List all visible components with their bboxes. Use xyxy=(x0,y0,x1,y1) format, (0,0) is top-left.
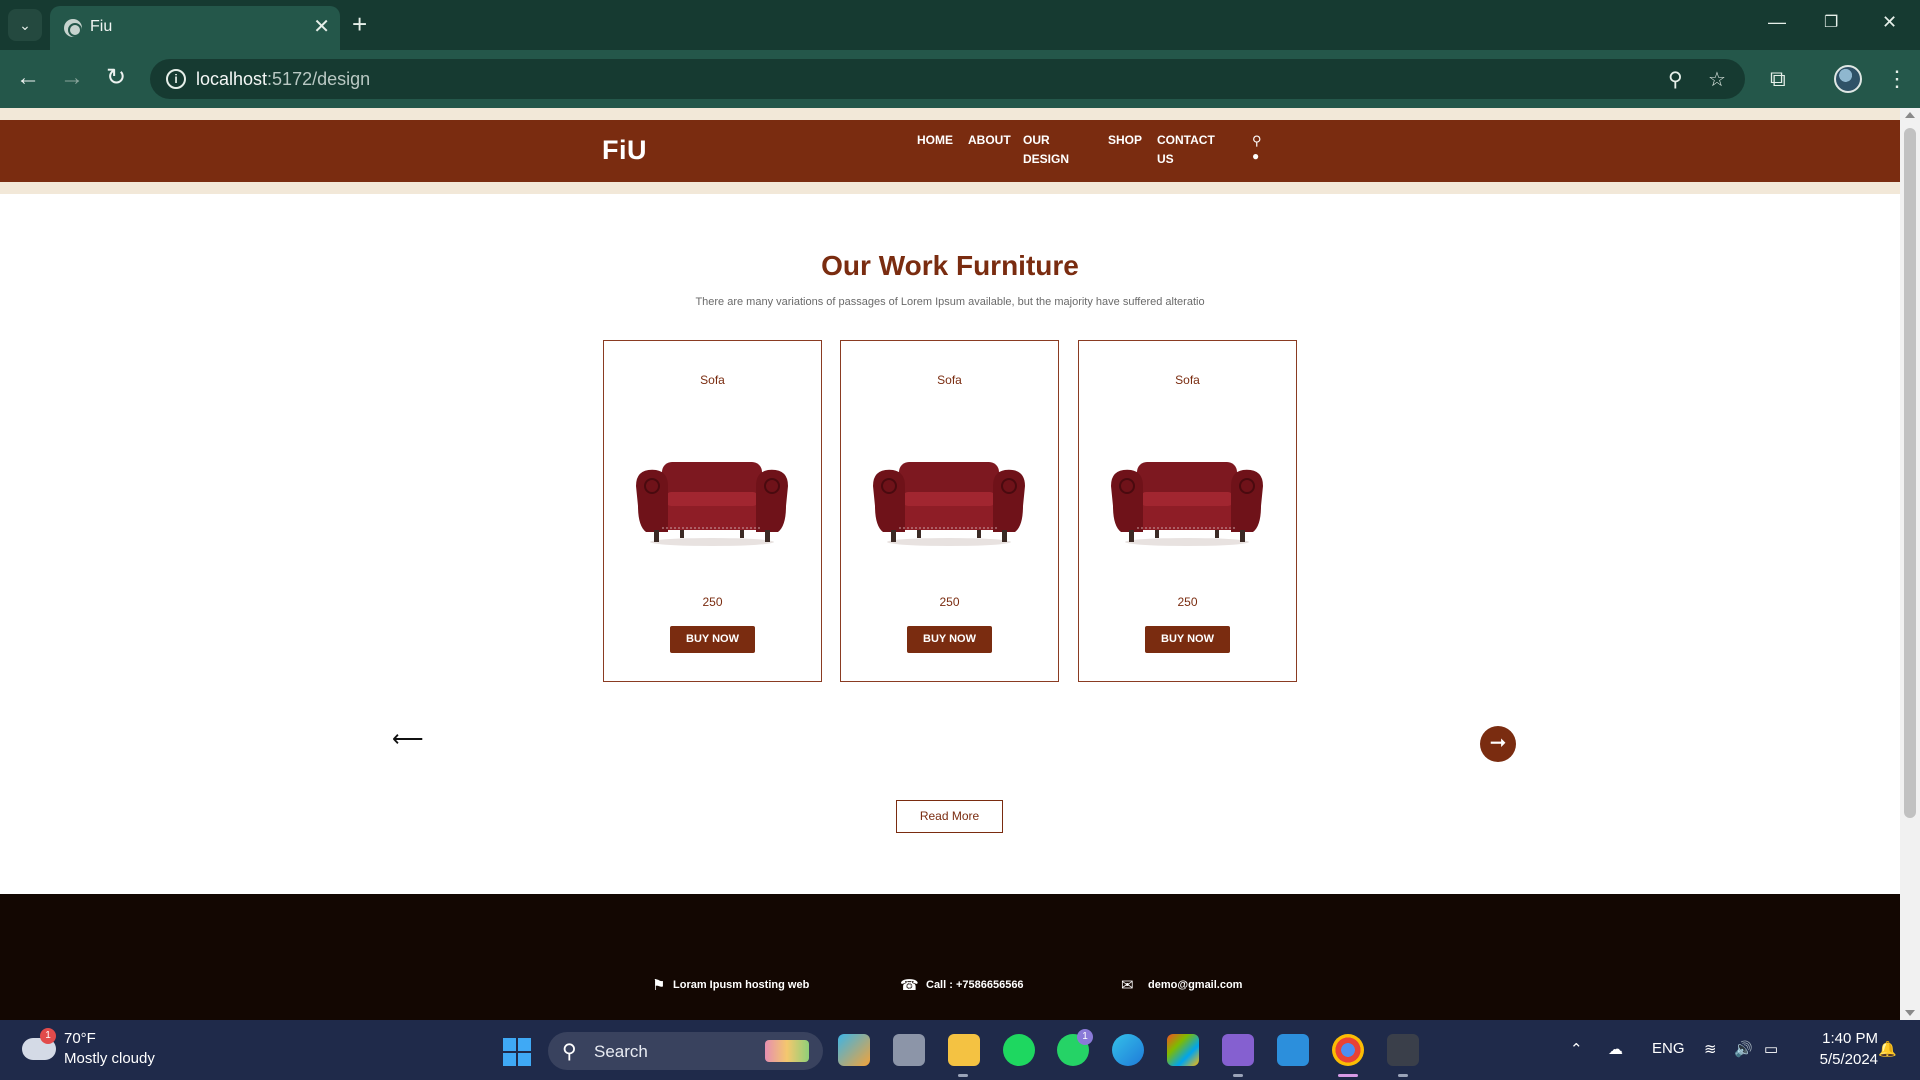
buy-now-button[interactable]: BUY NOW xyxy=(907,626,992,653)
weather-description[interactable]: Mostly cloudy xyxy=(64,1050,155,1067)
sofa-image xyxy=(636,462,788,546)
weather-badge: 1 xyxy=(40,1028,56,1044)
tab-search-dropdown-button[interactable]: ⌄ xyxy=(8,9,42,41)
search-icon[interactable]: ⚲ xyxy=(1252,133,1262,149)
nav-our-design[interactable]: OUR DESIGN xyxy=(1023,131,1069,169)
whatsapp-badge: 1 xyxy=(1077,1029,1093,1045)
product-price: 250 xyxy=(702,595,723,609)
read-more-button[interactable]: Read More xyxy=(896,800,1003,833)
browser-tab-active[interactable]: Fiu ✕ xyxy=(50,6,340,50)
battery-icon[interactable]: ▭ xyxy=(1764,1040,1778,1058)
browser-menu-icon[interactable]: ⋮ xyxy=(1886,66,1908,92)
phone-icon: ☎ xyxy=(900,977,919,994)
scroll-up-arrow-icon[interactable] xyxy=(1905,112,1915,118)
clock-date[interactable]: 5/5/2024 xyxy=(1800,1051,1878,1068)
product-name: Sofa xyxy=(700,373,725,387)
product-name: Sofa xyxy=(937,373,962,387)
copilot-icon[interactable] xyxy=(838,1034,870,1066)
back-arrow-icon[interactable]: ← xyxy=(16,65,40,91)
file-explorer-icon[interactable] xyxy=(948,1034,980,1066)
reload-icon[interactable]: ↻ xyxy=(106,65,126,91)
chrome-icon[interactable] xyxy=(1332,1034,1364,1066)
clock-time[interactable]: 1:40 PM xyxy=(1808,1030,1878,1047)
site-info-icon[interactable]: i xyxy=(166,69,186,89)
product-card: Sofa 250 BUY NOW xyxy=(1078,340,1297,682)
product-price: 250 xyxy=(939,595,960,609)
nav-contact-us[interactable]: CONTACT US xyxy=(1157,131,1215,169)
browser-tab-bar: ⌄ Fiu ✕ + — ❐ ✕ xyxy=(0,0,1920,50)
carousel-next-button[interactable]: ➞ xyxy=(1480,726,1516,762)
visual-studio-indicator xyxy=(1233,1074,1243,1077)
weather-temperature[interactable]: 70°F xyxy=(64,1030,96,1047)
new-tab-button[interactable]: + xyxy=(352,10,367,38)
microsoft-store-icon[interactable] xyxy=(1167,1034,1199,1066)
user-icon[interactable]: ● xyxy=(1252,149,1259,163)
close-window-button[interactable]: ✕ xyxy=(1882,12,1897,33)
mail-icon: ✉ xyxy=(1121,977,1134,994)
footer-location: Loram Ipusm hosting web xyxy=(673,979,810,991)
bookmark-star-icon[interactable]: ☆ xyxy=(1708,67,1726,92)
notification-bell-icon[interactable]: 🔔 xyxy=(1878,1040,1897,1058)
tab-close-icon[interactable]: ✕ xyxy=(313,16,330,38)
footer-phone[interactable]: Call : +7586656566 xyxy=(926,979,1024,991)
url-text[interactable]: localhost:5172/design xyxy=(196,69,370,90)
file-explorer-indicator xyxy=(958,1074,968,1077)
address-bar[interactable]: i localhost:5172/design ⚲ ☆ xyxy=(150,59,1745,99)
product-price: 250 xyxy=(1177,595,1198,609)
browser-toolbar: ← → ↻ i localhost:5172/design ⚲ ☆ ⧉ ⋮ xyxy=(0,50,1920,108)
sofa-image xyxy=(873,462,1025,546)
vscode-icon[interactable] xyxy=(1277,1034,1309,1066)
buy-now-button[interactable]: BUY NOW xyxy=(1145,626,1230,653)
visual-studio-icon[interactable] xyxy=(1222,1034,1254,1066)
extensions-icon[interactable]: ⧉ xyxy=(1770,66,1786,92)
volume-icon[interactable]: 🔊 xyxy=(1734,1040,1753,1058)
product-card: Sofa 250 BUY NOW xyxy=(840,340,1059,682)
section-title: Our Work Furniture xyxy=(821,250,1079,281)
taskbar-search-label: Search xyxy=(594,1042,648,1061)
windows-taskbar: 1 70°F Mostly cloudy ⚲ Search 1 ⌃ ☁ ENG … xyxy=(0,1020,1920,1080)
nav-shop[interactable]: SHOP xyxy=(1108,131,1142,150)
restore-window-button[interactable]: ❐ xyxy=(1824,12,1838,32)
terminal-indicator xyxy=(1398,1074,1408,1077)
site-footer: ⚑ Loram Ipusm hosting web ☎ Call : +7586… xyxy=(0,894,1900,1020)
carousel-prev-arrow-icon[interactable]: ⟵ xyxy=(392,728,424,750)
page-scrollbar[interactable] xyxy=(1900,108,1920,1020)
profile-avatar[interactable] xyxy=(1834,65,1862,93)
site-header: FiU HOME ABOUT OUR DESIGN SHOP CONTACT U… xyxy=(0,120,1900,182)
taskbar-search[interactable]: ⚲ Search xyxy=(548,1032,823,1070)
section-subtitle: There are many variations of passages of… xyxy=(695,296,1205,308)
header-bottom-strip xyxy=(0,182,1900,194)
buy-now-button[interactable]: BUY NOW xyxy=(670,626,755,653)
minimize-window-button[interactable]: — xyxy=(1768,12,1786,33)
language-indicator[interactable]: ENG xyxy=(1652,1040,1685,1057)
spotify-icon[interactable] xyxy=(1003,1034,1035,1066)
nav-about[interactable]: ABOUT xyxy=(968,131,1011,150)
search-highlight-icon xyxy=(765,1040,809,1062)
scrollbar-thumb[interactable] xyxy=(1904,128,1916,818)
onedrive-cloud-icon[interactable]: ☁ xyxy=(1608,1040,1623,1058)
product-name: Sofa xyxy=(1175,373,1200,387)
location-pin-icon: ⚑ xyxy=(652,977,666,994)
header-top-strip xyxy=(0,108,1900,120)
edge-icon[interactable] xyxy=(1112,1034,1144,1066)
tray-chevron-up-icon[interactable]: ⌃ xyxy=(1570,1040,1583,1058)
task-view-icon[interactable] xyxy=(893,1034,925,1066)
tab-title: Fiu xyxy=(90,18,113,35)
zoom-icon[interactable]: ⚲ xyxy=(1668,67,1683,92)
sofa-image xyxy=(1111,462,1263,546)
page-viewport: FiU HOME ABOUT OUR DESIGN SHOP CONTACT U… xyxy=(0,108,1900,1020)
scroll-down-arrow-icon[interactable] xyxy=(1905,1010,1915,1016)
chrome-active-indicator xyxy=(1338,1074,1358,1077)
globe-icon xyxy=(64,19,82,37)
nav-home[interactable]: HOME xyxy=(917,131,953,150)
terminal-icon[interactable] xyxy=(1387,1034,1419,1066)
footer-email[interactable]: demo@gmail.com xyxy=(1148,979,1242,991)
forward-arrow-icon[interactable]: → xyxy=(60,65,84,91)
wifi-icon[interactable]: ≋ xyxy=(1704,1040,1717,1058)
site-logo[interactable]: FiU xyxy=(602,135,647,166)
search-icon: ⚲ xyxy=(562,1041,577,1063)
product-card: Sofa 250 BUY NOW xyxy=(603,340,822,682)
windows-start-icon[interactable] xyxy=(503,1038,531,1066)
